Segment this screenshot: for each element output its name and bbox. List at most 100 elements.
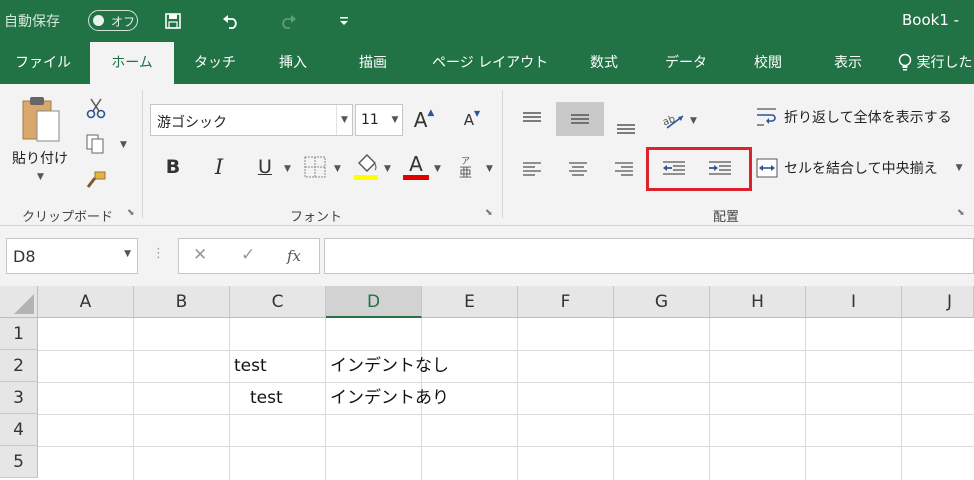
autosave-toggle[interactable]: オフ [88,10,138,31]
row-header-1[interactable]: 1 [0,318,38,350]
shrink-font-icon: A [463,111,475,129]
format-painter-icon[interactable] [84,168,108,192]
title-bar: 自動保存 オフ Book1 - [0,0,974,42]
insert-function-icon[interactable]: fx [287,247,301,265]
column-header-g[interactable]: G [614,286,710,318]
ribbon-tabs: ファイル ホーム タッチ 挿入 描画 ページ レイアウト 数式 データ 校閲 表… [0,42,974,84]
merge-dropdown-icon[interactable]: ▼ [956,163,963,173]
tab-page-layout[interactable]: ページ レイアウト [432,42,548,84]
alignment-launcher-icon[interactable]: ⬊ [957,208,965,218]
bold-button[interactable]: B [160,152,186,182]
align-top-icon[interactable] [512,102,552,136]
name-box-value: D8 [13,247,36,266]
grid-line [38,414,974,415]
borders-icon[interactable] [302,154,328,180]
tab-formulas[interactable]: 数式 [578,42,630,84]
italic-button[interactable]: I [206,152,232,182]
redo-icon[interactable] [275,8,301,34]
customize-qat-icon[interactable] [331,8,357,34]
font-size-box[interactable]: 11 ▼ [355,104,403,136]
tab-file[interactable]: ファイル [8,42,78,84]
cut-icon[interactable] [84,96,108,120]
group-separator [502,90,503,218]
align-bottom-icon[interactable] [606,110,646,144]
shrink-font-button[interactable]: A ▼ [458,104,486,136]
align-left-icon[interactable] [512,152,552,186]
cell-c2[interactable]: test [234,350,267,382]
save-icon[interactable] [160,8,186,34]
undo-icon[interactable] [218,8,244,34]
fill-color-icon[interactable] [352,150,380,182]
formula-buttons: ✕ ✓ fx [178,238,320,274]
wrap-text-button[interactable]: 折り返して全体を表示する [756,106,952,128]
paste-dropdown-icon[interactable]: ▼ [37,172,44,182]
row-header-2[interactable]: 2 [0,350,38,382]
grip-icon: ⋮ [152,246,165,261]
font-size-value: 11 [361,112,379,128]
phonetic-icon[interactable]: ア亜 [454,152,480,182]
chevron-down-icon[interactable]: ▼ [124,249,131,259]
font-launcher-icon[interactable]: ⬊ [485,208,493,218]
phonetic-dropdown-icon[interactable]: ▼ [486,164,493,174]
align-middle-icon[interactable] [556,102,604,136]
tab-home[interactable]: ホーム [90,42,174,84]
clipboard-group-label: クリップボード [22,210,114,225]
underline-dropdown-icon[interactable]: ▼ [284,164,291,174]
column-header-c[interactable]: C [230,286,326,318]
column-header-e[interactable]: E [422,286,518,318]
enter-icon[interactable]: ✓ [241,245,255,265]
column-header-f[interactable]: F [518,286,614,318]
row-header-3[interactable]: 3 [0,382,38,414]
align-center-icon[interactable] [558,152,598,186]
select-all-icon [14,294,34,314]
tab-data[interactable]: データ [658,42,714,84]
chevron-down-icon[interactable]: ▼ [388,105,402,135]
grow-font-button[interactable]: A ▲ [410,104,438,136]
cell-c3[interactable]: test [250,382,283,414]
indent-buttons-highlight [646,147,752,191]
select-all-button[interactable] [0,286,38,318]
copy-dropdown-icon[interactable]: ▼ [120,140,127,150]
clipboard-launcher-icon[interactable]: ⬊ [127,208,135,218]
tab-touch[interactable]: タッチ [188,42,242,84]
tab-insert[interactable]: 挿入 [266,42,320,84]
tab-tell-me[interactable]: 実行した [898,42,974,84]
fill-color-dropdown-icon[interactable]: ▼ [384,164,391,174]
svg-text:亜: 亜 [459,166,472,179]
font-color-dropdown-icon[interactable]: ▼ [434,164,441,174]
font-name-box[interactable]: 游ゴシック ▼ [150,104,353,136]
orientation-dropdown-icon[interactable]: ▼ [690,116,697,126]
tab-view[interactable]: 表示 [822,42,874,84]
merge-center-button[interactable]: セルを結合して中央揃え ▼ [756,158,963,178]
name-box[interactable]: D8 ▼ [6,238,138,274]
chevron-down-icon[interactable]: ▼ [336,105,352,135]
cell-d2[interactable]: インデントなし [330,350,449,382]
paste-icon[interactable] [16,94,66,146]
font-color-icon: A [409,151,423,176]
paste-label[interactable]: 貼り付け [12,148,68,168]
cell-d3[interactable]: インデントあり [330,382,449,414]
row-header-5[interactable]: 5 [0,446,38,478]
font-color-button[interactable]: A [402,150,430,182]
column-header-a[interactable]: A [38,286,134,318]
orientation-icon[interactable]: ab [658,104,690,136]
borders-dropdown-icon[interactable]: ▼ [334,164,341,174]
font-name-value: 游ゴシック [157,115,227,131]
underline-button[interactable]: U [252,152,278,182]
formula-bar: D8 ▼ ⋮ ✕ ✓ fx [0,226,974,286]
column-header-j[interactable]: J [902,286,974,318]
tab-draw[interactable]: 描画 [346,42,400,84]
row-header-4[interactable]: 4 [0,414,38,446]
grid-line [325,318,326,480]
copy-icon[interactable] [82,132,108,156]
column-header-i[interactable]: I [806,286,902,318]
formula-input[interactable] [324,238,974,274]
grid-line [38,382,974,383]
column-header-d[interactable]: D [326,286,422,318]
column-header-b[interactable]: B [134,286,230,318]
align-right-icon[interactable] [604,152,644,186]
lightbulb-icon [898,53,912,71]
tab-review[interactable]: 校閲 [742,42,794,84]
cancel-icon[interactable]: ✕ [193,245,207,265]
column-header-h[interactable]: H [710,286,806,318]
